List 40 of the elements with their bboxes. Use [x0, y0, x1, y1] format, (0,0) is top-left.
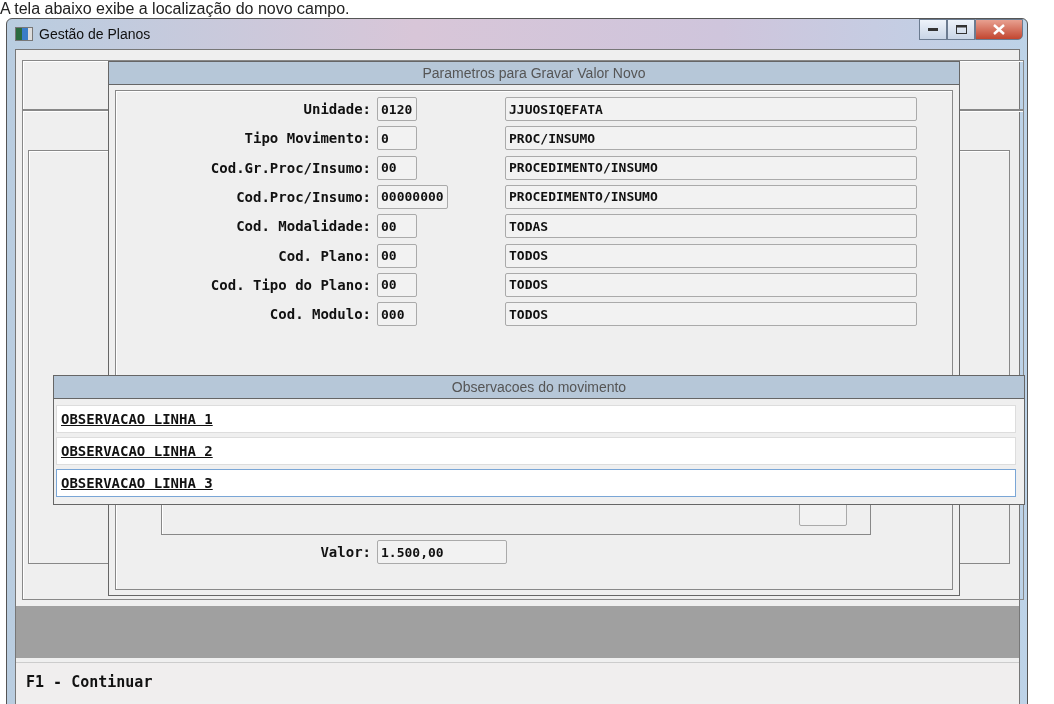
input-field[interactable]: 00	[377, 155, 417, 180]
dialog-title: Parametros para Gravar Valor Novo	[422, 65, 646, 81]
input-field[interactable]: TODOS	[505, 243, 917, 268]
caption-text: A tela abaixo exibe a localização do novo campo.	[0, 0, 350, 18]
input-field[interactable]: 0	[377, 126, 417, 151]
observation-field[interactable]: OBSERVACAO LINHA 2	[56, 437, 1016, 465]
input-field[interactable]: 1.500,00	[377, 540, 507, 564]
input-field[interactable]: TODAS	[505, 214, 917, 239]
input-field[interactable]: PROCEDIMENTO/INSUMO	[505, 184, 917, 209]
field-label: Cod. Tipo do Plano:	[209, 276, 372, 293]
dialog-title: Observacoes do movimento	[451, 379, 627, 395]
close-button[interactable]	[975, 19, 1023, 40]
field-label: Valor:	[319, 544, 372, 560]
input-field[interactable]: 00	[377, 243, 417, 268]
field-label: Cod. Plano:	[277, 247, 372, 264]
app-icon	[15, 27, 33, 41]
input-field[interactable]: 000	[377, 302, 417, 327]
field-label: Cod.Proc/Insumo:	[235, 188, 372, 205]
field-label: Tipo Movimento:	[243, 130, 372, 147]
observation-field[interactable]: OBSERVACAO LINHA 1	[56, 405, 1016, 433]
minimize-icon	[928, 27, 938, 32]
input-field[interactable]: PROC/INSUMO	[505, 126, 917, 151]
input-field[interactable]: TODOS	[505, 272, 917, 297]
maximize-button[interactable]	[947, 19, 975, 40]
input-field[interactable]: 00000000	[377, 184, 448, 209]
field-label: Cod. Modulo:	[268, 306, 372, 323]
maximize-icon	[955, 25, 967, 34]
input-field[interactable]: PROCEDIMENTO/INSUMO	[505, 155, 917, 180]
input-field[interactable]: JJUOSIQEFATA	[505, 97, 917, 121]
input-field[interactable]: TODOS	[505, 302, 917, 327]
input-field[interactable]: 00	[377, 272, 417, 297]
close-icon	[993, 24, 1005, 35]
input-field[interactable]: 0120	[377, 97, 417, 121]
field-label: Unidade:	[302, 101, 372, 117]
field-label: Cod.Gr.Proc/Insumo:	[209, 159, 372, 176]
field-label: Cod. Modalidade:	[235, 218, 372, 235]
input-field[interactable]: 00	[377, 214, 417, 239]
minimize-button[interactable]	[919, 19, 947, 40]
observation-field[interactable]: OBSERVACAO LINHA 3	[56, 469, 1016, 497]
window-title: Gestão de Planos	[39, 26, 151, 42]
